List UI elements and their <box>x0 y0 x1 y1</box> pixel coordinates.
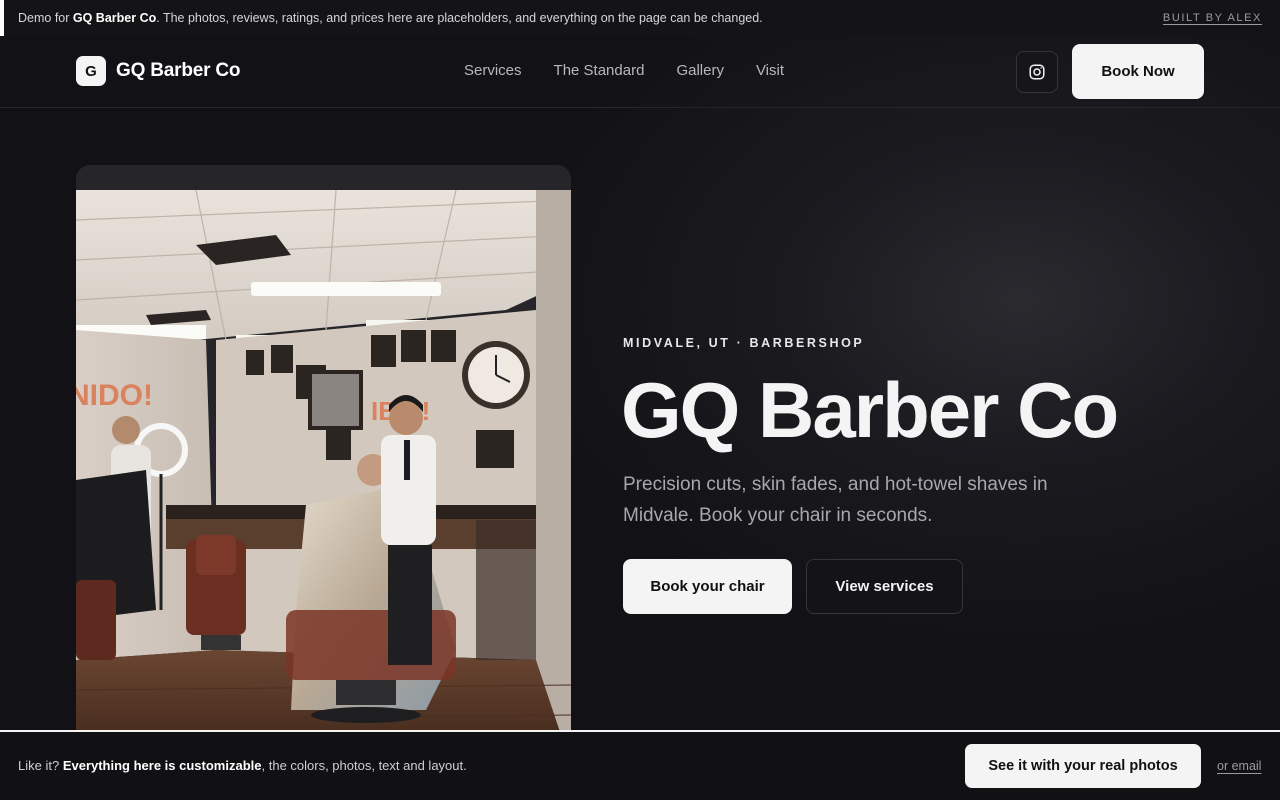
nav-links: Services The Standard Gallery Visit <box>464 62 784 79</box>
customize-bar-text: Like it? Everything here is customizable… <box>18 758 467 773</box>
instagram-button[interactable] <box>1016 51 1058 93</box>
hero-subtitle: Precision cuts, skin fades, and hot-towe… <box>623 474 1048 526</box>
see-real-photos-button[interactable]: See it with your real photos <box>965 744 1201 788</box>
demo-banner-brand: GQ Barber Co <box>72 11 157 25</box>
email-link[interactable]: or email <box>1217 759 1261 773</box>
nav-link-services[interactable]: Services <box>464 62 522 79</box>
nav-link-visit[interactable]: Visit <box>756 62 784 79</box>
navbar: G GQ Barber Co Services The Standard Gal… <box>0 36 1280 108</box>
brand-home-link[interactable]: G GQ Barber Co <box>76 56 240 86</box>
book-your-chair-button[interactable]: Book your chair <box>623 559 792 614</box>
demo-banner-text: Demo for GQ Barber Co. The photos, revie… <box>18 11 763 25</box>
page: Demo for GQ Barber Co. The photos, revie… <box>0 0 1280 800</box>
demo-banner: Demo for GQ Barber Co. The photos, revie… <box>0 0 1280 36</box>
customize-bar: Like it? Everything here is customizable… <box>0 730 1280 800</box>
view-services-button[interactable]: View services <box>806 559 963 614</box>
instagram-icon <box>1029 64 1045 80</box>
built-by-link[interactable]: BUILT BY ALEX <box>1163 12 1262 24</box>
barbershop-photo: NIDO! IBIE! <box>76 190 571 765</box>
nav-link-gallery[interactable]: Gallery <box>676 62 724 79</box>
hero-photo-frame: NIDO! IBIE! <box>76 165 571 765</box>
hero-eyebrow: MIDVALE, UT · BARBERSHOP <box>623 336 865 350</box>
nav-link-the-standard[interactable]: The Standard <box>554 62 645 79</box>
brand-name: GQ Barber Co <box>116 60 241 81</box>
svg-text:NIDO!: NIDO! <box>76 379 153 412</box>
brand-logo: G <box>76 56 106 86</box>
customize-bar-strong: Everything here is customizable <box>62 758 262 773</box>
book-now-button[interactable]: Book Now <box>1072 44 1204 99</box>
hero-title: GQ Barber Co <box>621 366 1119 454</box>
